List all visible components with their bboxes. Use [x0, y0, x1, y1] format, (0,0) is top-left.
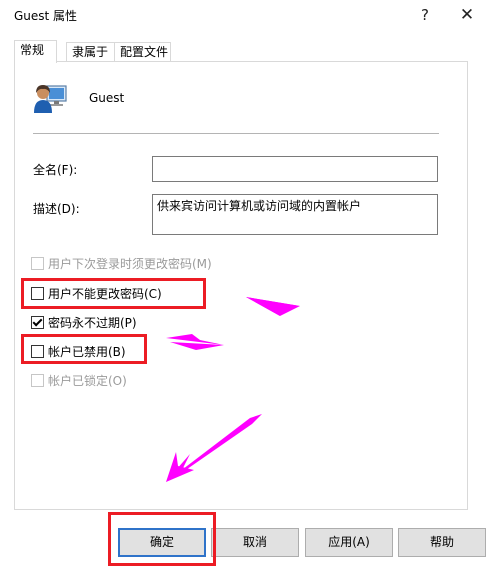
annotation-arrows [166, 297, 300, 482]
arrow-annotation-1-body [246, 297, 300, 316]
tab-general[interactable]: 常规 [14, 40, 57, 63]
arrow-annotation-2-tip [170, 342, 224, 350]
